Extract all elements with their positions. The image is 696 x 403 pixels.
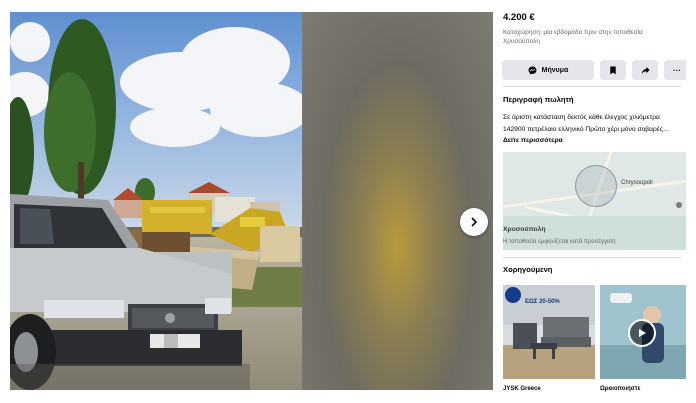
share-icon: [641, 66, 650, 74]
see-more-link[interactable]: Δείτε περισσότερα: [503, 137, 563, 144]
next-photo-button[interactable]: [460, 208, 488, 236]
play-video-button[interactable]: [628, 319, 656, 347]
sponsored-ad-video[interactable]: [600, 285, 686, 379]
more-options-button[interactable]: ···: [664, 60, 686, 80]
divider: [503, 86, 681, 87]
ad-jysk-banner: ΕΩΣ 20-50%: [525, 299, 560, 305]
location-title: Χρυσούπολη: [503, 226, 546, 233]
seller-description-heading: Περιγραφή πωλητή: [503, 95, 574, 104]
map-city-label: Chrysoupoli: [621, 180, 653, 186]
message-button-label: Μήνυμα: [541, 66, 569, 74]
sponsored-heading: Χορηγούμενη: [503, 265, 553, 274]
save-button[interactable]: [600, 60, 626, 80]
listing-actions: Μήνυμα ···: [502, 60, 686, 80]
chevron-right-icon: [471, 217, 478, 227]
message-button[interactable]: Μήνυμα: [502, 60, 594, 80]
listing-photo[interactable]: [10, 12, 302, 390]
description-body: Σε άριστη κατάσταση δεκτός κάθε έλεγχος …: [503, 114, 669, 133]
location-approximate-note: Η τοποθεσία εμφανίζεται κατά προσέγγιση: [503, 239, 616, 245]
sponsored-ad-jysk[interactable]: ΕΩΣ 20-50%: [503, 285, 595, 379]
map-marker-dot: [676, 202, 682, 208]
share-button[interactable]: [632, 60, 658, 80]
play-icon: [639, 329, 646, 337]
ad-video-name[interactable]: Ωραιοποιήστε: [600, 386, 640, 392]
listing-details-panel: 4.200 € Καταχώρηση: μία εβδομάδα πριν στ…: [496, 0, 686, 403]
listing-price: 4.200 €: [503, 12, 535, 23]
messenger-icon: [528, 66, 537, 74]
marketplace-listing-page: 4.200 € Καταχώρηση: μία εβδομάδα πριν στ…: [0, 0, 696, 403]
listing-posted-info: Καταχώρηση: μία εβδομάδα πριν στην τοποθ…: [503, 29, 643, 45]
map-location-radius: [575, 165, 617, 207]
photo-scene: [10, 19, 300, 390]
ad-jysk-name[interactable]: JYSK Greece: [503, 386, 541, 392]
divider: [503, 257, 681, 258]
bookmark-icon: [610, 65, 616, 75]
seller-description-text: Σε άριστη κατάσταση δεκτός κάθε έλεγχος …: [503, 112, 681, 147]
location-map[interactable]: Chrysoupoli: [503, 152, 686, 250]
blurred-next-photo: [302, 12, 493, 390]
photo-viewer[interactable]: [10, 12, 493, 390]
